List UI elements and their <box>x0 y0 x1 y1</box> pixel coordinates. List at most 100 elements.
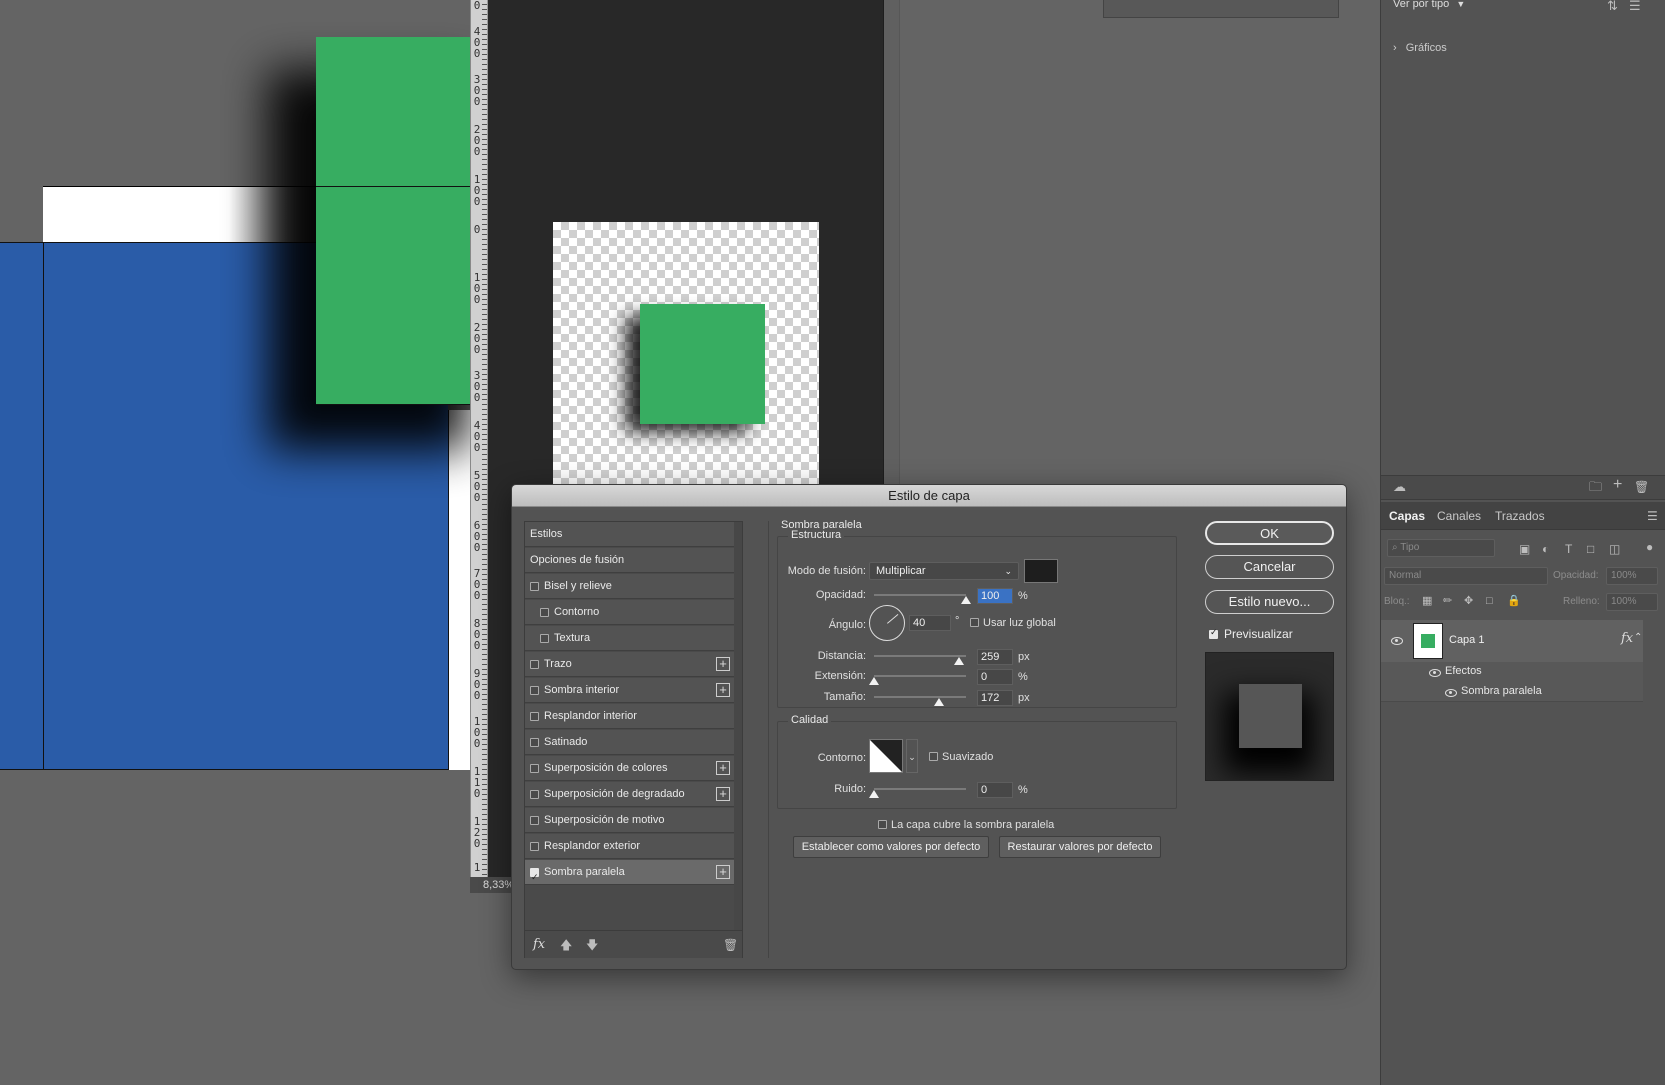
angle-input[interactable]: 40 <box>909 615 951 631</box>
effect-row-sombra-paralela[interactable]: Sombra paralela <box>1381 682 1643 702</box>
ok-button[interactable]: OK <box>1205 521 1334 545</box>
blend-mode-select[interactable]: Normal <box>1384 567 1548 585</box>
dialog-title[interactable]: Estilo de capa <box>512 485 1346 507</box>
blend-mode-dropdown[interactable]: Multiplicar ⌄ <box>869 562 1019 580</box>
lock-move-icon[interactable]: ✥ <box>1464 595 1473 607</box>
make-default-button[interactable]: Establecer como valores por defecto <box>793 836 989 858</box>
spread-slider-thumb[interactable] <box>869 677 879 685</box>
style-checkbox[interactable] <box>530 712 539 721</box>
style-checkbox[interactable] <box>540 608 549 617</box>
tab-canales[interactable]: Canales <box>1437 509 1481 523</box>
preview-label[interactable]: Previsualizar <box>1224 627 1293 641</box>
lock-pixels-icon[interactable]: ▦ <box>1422 595 1432 607</box>
chevron-up-icon[interactable]: ⌃ <box>1634 632 1642 643</box>
move-up-icon[interactable]: 🡅 <box>560 939 572 951</box>
opacity-slider-thumb[interactable] <box>961 596 971 604</box>
sort-icon[interactable]: ⇅ <box>1607 0 1618 12</box>
filter-toggle-icon[interactable]: ● <box>1646 541 1653 553</box>
effect-eye-icon[interactable] <box>1445 689 1457 697</box>
spread-slider[interactable] <box>869 675 966 685</box>
knockout-checkbox[interactable] <box>878 820 887 829</box>
style-checkbox[interactable] <box>530 842 539 851</box>
contour-dropdown-icon[interactable]: ⌄ <box>906 739 918 773</box>
lock-artboard-icon[interactable]: □ <box>1486 595 1493 607</box>
filter-dropdown[interactable]: Ver por tipo ▼ <box>1393 0 1465 10</box>
knockout-label[interactable]: La capa cubre la sombra paralela <box>891 819 1054 831</box>
fx-menu-icon[interactable]: fx <box>533 937 545 952</box>
style-item-satinado[interactable]: Satinado <box>525 730 734 755</box>
trash-icon[interactable]: 🗑 <box>1634 481 1649 493</box>
add-effect-icon[interactable]: + <box>716 761 730 775</box>
style-item-contorno[interactable]: Contorno <box>525 600 734 625</box>
noise-slider-thumb[interactable] <box>869 790 879 798</box>
angle-dial[interactable] <box>869 605 905 641</box>
distance-slider[interactable] <box>874 655 966 665</box>
global-light-checkbox[interactable] <box>970 618 979 627</box>
style-checkbox[interactable] <box>530 738 539 747</box>
style-item-textura[interactable]: Textura <box>525 626 734 651</box>
folder-icon[interactable]: 🗀 <box>1589 480 1602 493</box>
styles-scrollbar[interactable] <box>734 522 742 930</box>
filter-image-icon[interactable]: ▣ <box>1519 543 1530 555</box>
cloud-icon[interactable]: ☁ <box>1393 480 1406 493</box>
size-slider-thumb[interactable] <box>934 698 945 706</box>
opacity-slider[interactable] <box>874 594 971 604</box>
antialias-checkbox[interactable] <box>929 752 938 761</box>
layer-row-capa-1[interactable]: Capa 1 fx ⌃ <box>1381 620 1643 662</box>
graficos-section[interactable]: › Gráficos <box>1393 42 1447 54</box>
style-checkbox[interactable] <box>530 764 539 773</box>
style-checkbox[interactable] <box>530 660 539 669</box>
opacity-field[interactable]: 100% <box>1606 567 1658 585</box>
layer-search-input[interactable]: ⌕ Tipo <box>1387 539 1495 557</box>
tab-trazados[interactable]: Trazados <box>1495 509 1545 523</box>
style-item-bisel-y-relieve[interactable]: Bisel y relieve <box>525 574 734 599</box>
style-checkbox[interactable] <box>530 790 539 799</box>
contour-picker[interactable] <box>869 739 903 773</box>
spread-input[interactable]: 0 <box>977 669 1013 685</box>
style-item-opciones-de-fusion[interactable]: Opciones de fusión <box>525 548 734 573</box>
style-item-superposicion-de-colores[interactable]: Superposición de colores + <box>525 756 734 781</box>
add-effect-icon[interactable]: + <box>716 657 730 671</box>
fx-icon[interactable]: fx <box>1621 631 1633 646</box>
style-item-superposicion-de-motivo[interactable]: Superposición de motivo <box>525 808 734 833</box>
style-checkbox[interactable] <box>540 634 549 643</box>
global-light-label[interactable]: Usar luz global <box>983 617 1056 629</box>
effects-row[interactable]: Efectos <box>1381 662 1643 682</box>
style-checkbox[interactable] <box>530 816 539 825</box>
panel-menu-icon[interactable]: ☰ <box>1647 510 1658 522</box>
style-item-trazo[interactable]: Trazo + <box>525 652 734 677</box>
noise-slider[interactable] <box>869 788 966 798</box>
add-icon[interactable]: + <box>1613 477 1622 493</box>
fill-field[interactable]: 100% <box>1606 593 1658 611</box>
new-style-button[interactable]: Estilo nuevo... <box>1205 590 1334 614</box>
filter-shape-icon[interactable]: □ <box>1587 543 1594 555</box>
filter-adjustment-icon[interactable]: ◐ <box>1542 543 1549 555</box>
style-item-estilos[interactable]: Estilos <box>525 522 734 547</box>
vertical-ruler[interactable]: 0 4 0 0 3 0 0 2 0 0 1 0 0 0 1 0 0 2 0 0 … <box>470 0 488 885</box>
effects-eye-icon[interactable] <box>1429 669 1441 677</box>
lock-all-icon[interactable]: 🔒 <box>1507 595 1521 607</box>
style-item-resplandor-exterior[interactable]: Resplandor exterior <box>525 834 734 859</box>
style-item-superposicion-de-degradado[interactable]: Superposición de degradado + <box>525 782 734 807</box>
opacity-input[interactable]: 100 <box>977 588 1013 604</box>
reset-default-button[interactable]: Restaurar valores por defecto <box>999 836 1161 858</box>
cancel-button[interactable]: Cancelar <box>1205 555 1334 579</box>
style-checkbox[interactable] <box>530 582 539 591</box>
preview-checkbox[interactable] <box>1209 627 1218 639</box>
visibility-eye-icon[interactable] <box>1391 637 1403 645</box>
size-slider[interactable] <box>874 696 966 706</box>
filter-text-icon[interactable]: T <box>1565 543 1572 555</box>
filter-smart-object-icon[interactable]: ◫ <box>1609 543 1620 555</box>
move-down-icon[interactable]: 🡇 <box>586 939 598 951</box>
zoom-level[interactable]: 8,33% <box>470 877 516 893</box>
noise-input[interactable]: 0 <box>977 782 1013 798</box>
size-input[interactable]: 172 <box>977 690 1013 706</box>
distance-input[interactable]: 259 <box>977 649 1013 665</box>
style-checkbox[interactable] <box>530 686 539 695</box>
style-checkbox[interactable] <box>530 865 539 890</box>
shadow-color-swatch[interactable] <box>1024 559 1058 583</box>
add-effect-icon[interactable]: + <box>716 865 730 879</box>
style-item-sombra-interior[interactable]: Sombra interior + <box>525 678 734 703</box>
tab-capas[interactable]: Capas <box>1389 509 1425 523</box>
list-view-icon[interactable]: ☰ <box>1629 0 1641 12</box>
